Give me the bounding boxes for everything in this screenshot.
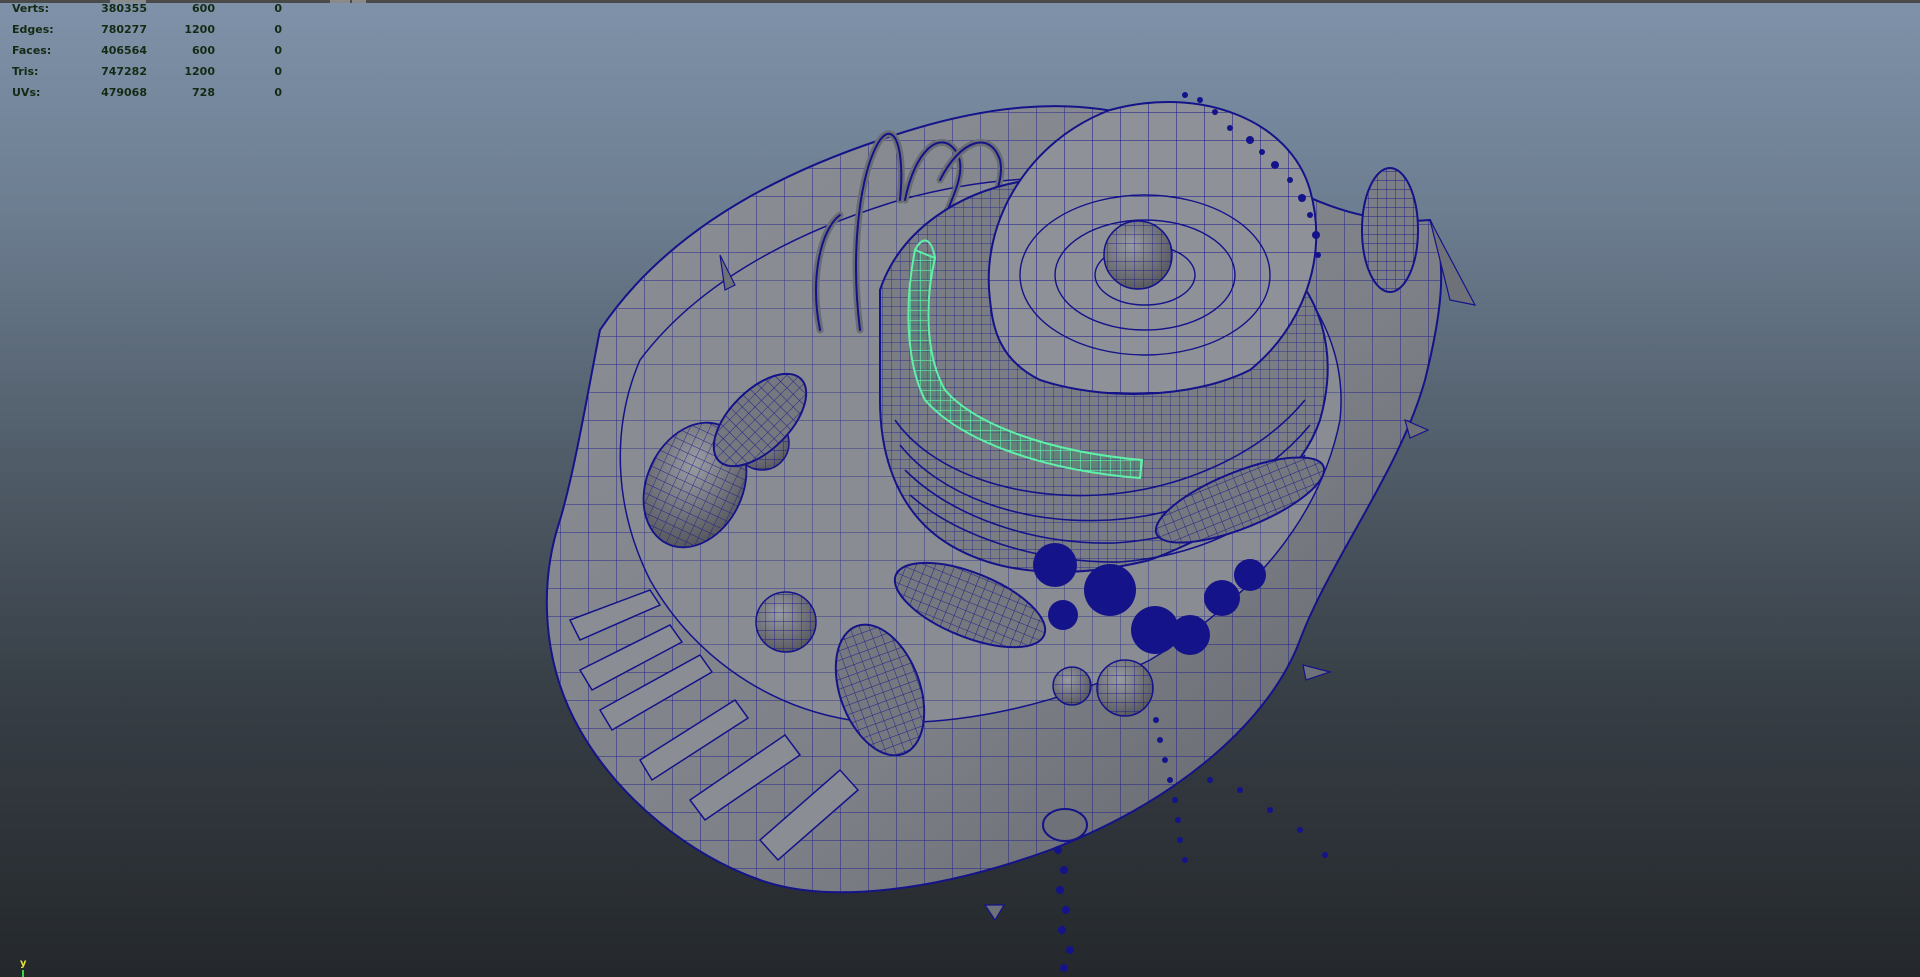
3d-viewport[interactable]: Verts: 380355 600 0 Edges: 780277 1200 0…: [0, 0, 1920, 977]
axis-y-line: [22, 970, 24, 977]
cell-model-wireframe[interactable]: [0, 0, 1920, 977]
centrosome[interactable]: [1361, 167, 1419, 293]
exocytosis-vesicle[interactable]: [1042, 808, 1088, 842]
axis-y-label: y: [20, 958, 27, 969]
view-axis-indicator: y: [20, 959, 32, 977]
